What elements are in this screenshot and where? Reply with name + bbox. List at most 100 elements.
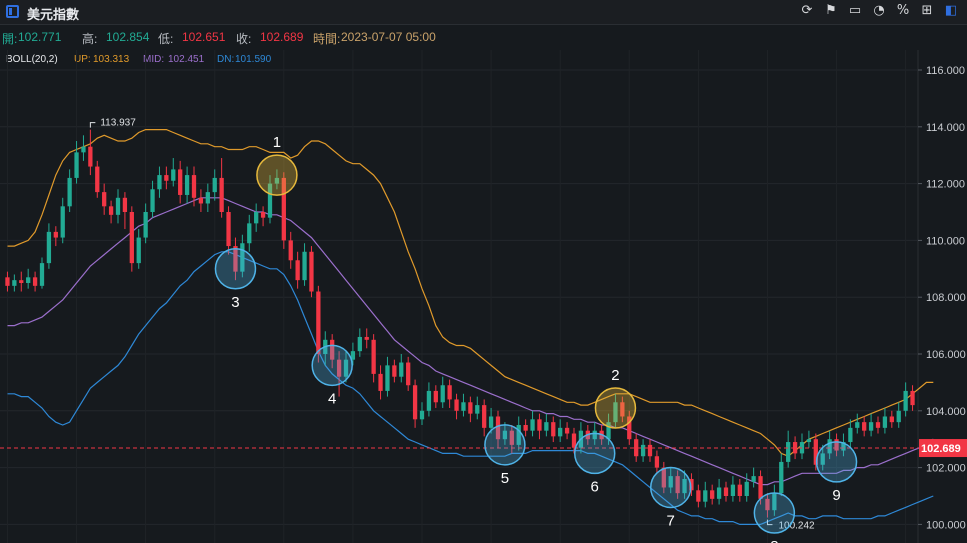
candle-body — [219, 177, 224, 212]
y-tick-label: 100.000 — [926, 519, 966, 531]
candle-body — [102, 192, 107, 207]
marker-circle-9 — [815, 441, 858, 483]
candle-body — [254, 212, 259, 224]
marker-circle-2 — [594, 387, 637, 429]
candle-body — [171, 169, 176, 181]
candle-body — [488, 416, 494, 428]
candle-body — [115, 197, 121, 215]
candle-body — [88, 146, 93, 167]
candle-body — [779, 461, 784, 494]
candle-body — [164, 175, 169, 181]
candle-body — [143, 212, 148, 238]
candle-body — [454, 399, 459, 411]
candle-body — [903, 390, 908, 411]
candle-body — [571, 433, 577, 448]
candle-body — [855, 422, 860, 428]
candle-body — [150, 189, 155, 212]
y-tick-label: 110.000 — [926, 235, 965, 247]
marker-circle-5 — [484, 424, 526, 466]
marker-label-7: 7 — [667, 512, 675, 529]
candlestick-chart[interactable]: 116.000 114.000 112.000 110.000 108.000 106.0… — [0, 0, 967, 543]
candle-body — [74, 152, 79, 178]
candle-body — [46, 231, 52, 264]
candle-body — [848, 427, 853, 443]
marker-label-6: 6 — [591, 478, 599, 495]
candle-body — [205, 192, 210, 204]
candle-body — [108, 206, 114, 215]
candle-body — [191, 175, 197, 198]
candle-body — [730, 484, 736, 496]
candle-body — [309, 251, 314, 292]
candle-body — [544, 422, 549, 431]
candle-body — [53, 231, 58, 238]
candle-body — [710, 490, 715, 499]
candle-body — [136, 237, 141, 264]
y-tick-label: 108.000 — [926, 292, 966, 304]
marker-label-8: 8 — [770, 538, 778, 543]
candle-body — [482, 405, 487, 428]
candle-body — [260, 212, 266, 218]
boll-lower-line — [7, 251, 934, 526]
candle-body — [212, 177, 217, 193]
candle-body — [744, 481, 749, 496]
candle-body — [696, 490, 701, 502]
y-tick-label: 116.000 — [926, 65, 965, 77]
candle-body — [523, 425, 528, 431]
candle-body — [67, 177, 72, 207]
candle-body — [640, 444, 646, 457]
candle-body — [157, 175, 162, 190]
candle-body — [302, 251, 307, 281]
candle-body — [751, 476, 756, 482]
candle-body — [786, 442, 791, 462]
candle-body — [703, 490, 708, 502]
marker-label-4: 4 — [328, 390, 336, 407]
candle-body — [39, 263, 45, 286]
candle-body — [406, 362, 411, 386]
marker-circle-7 — [649, 466, 692, 509]
candle-body — [558, 427, 563, 437]
candle-body — [198, 197, 204, 204]
candle-body — [426, 390, 432, 411]
candle-body — [564, 427, 570, 434]
candle-body — [32, 277, 38, 286]
candle-body — [551, 422, 556, 437]
candle-body — [868, 422, 874, 431]
candle-body — [716, 487, 722, 499]
candle-body — [537, 419, 542, 431]
candle-body — [26, 277, 31, 283]
y-tick-label: 104.000 — [926, 406, 966, 418]
candle-body — [896, 410, 901, 423]
marker-circle-3 — [214, 248, 257, 290]
marker-label-9: 9 — [832, 487, 840, 504]
candle-body — [385, 365, 390, 391]
candle-body — [371, 339, 376, 374]
candle-body — [316, 291, 321, 354]
candle-body — [889, 416, 894, 423]
candle-body — [862, 422, 867, 431]
candle-body — [530, 419, 535, 431]
candle-body — [226, 212, 231, 247]
candle-body — [440, 385, 445, 403]
marker-label-1: 1 — [273, 134, 281, 151]
candle-body — [910, 390, 915, 406]
marker-label-5: 5 — [501, 470, 509, 487]
candle-body — [129, 212, 134, 264]
y-tick-label: 114.000 — [926, 122, 965, 134]
candle-body — [882, 416, 888, 428]
y-tick-label: 106.000 — [926, 349, 966, 361]
max-price-label: 113.937 — [100, 118, 136, 129]
y-tick-label: 112.000 — [926, 179, 965, 191]
candle-body — [461, 402, 466, 411]
candle-body — [433, 390, 438, 403]
marker-label-3: 3 — [231, 294, 239, 311]
candle-body — [122, 197, 128, 212]
candle-body — [419, 410, 425, 420]
candle-body — [60, 206, 65, 238]
candle-body — [295, 260, 300, 281]
candle-body — [723, 487, 729, 496]
candle-body — [247, 223, 252, 244]
candle-body — [447, 385, 452, 400]
candle-body — [95, 166, 100, 193]
candle-body — [475, 405, 480, 414]
candle-body — [392, 365, 397, 377]
